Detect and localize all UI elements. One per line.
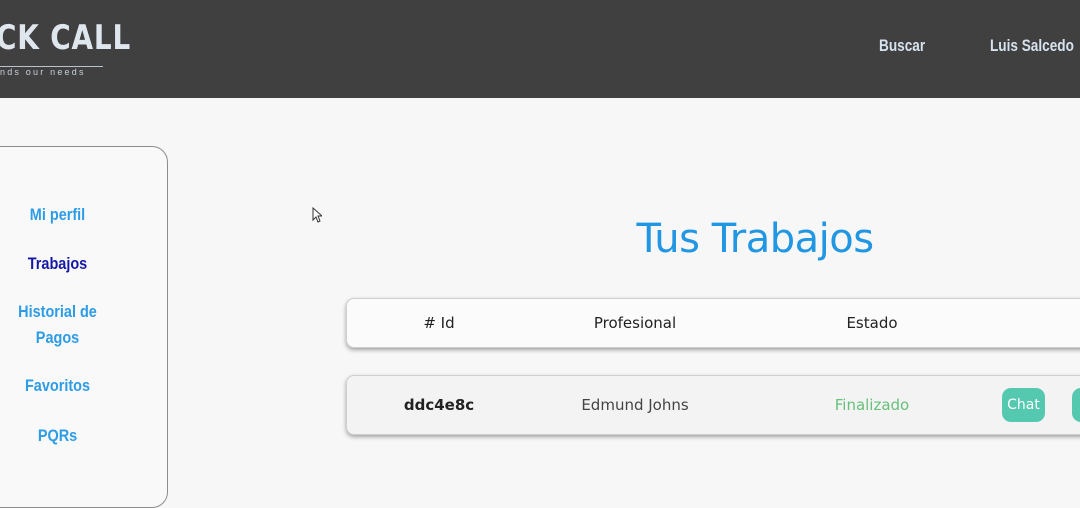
- sidebar-item-pqrs[interactable]: PQRs: [9, 423, 105, 449]
- sidebar-item-mi-perfil[interactable]: Mi perfil: [9, 202, 105, 228]
- sidebar-item-favoritos[interactable]: Favoritos: [9, 373, 105, 399]
- secondary-action-button[interactable]: [1072, 388, 1080, 422]
- logo-tagline: nds our needs: [0, 67, 86, 77]
- sidebar: Mi perfil Trabajos Historial de Pagos Fa…: [0, 146, 168, 508]
- sidebar-item-trabajos[interactable]: Trabajos: [9, 251, 105, 277]
- column-header-estado: Estado: [846, 314, 898, 332]
- status-cell: Finalizado: [834, 396, 910, 414]
- table-row: ddc4e8c Edmund Johns Finalizado Chat: [346, 375, 1080, 435]
- column-header-profesional: Profesional: [593, 314, 677, 332]
- table-header-row: # Id Profesional Estado: [346, 298, 1080, 348]
- mouse-cursor-icon: [312, 207, 322, 223]
- chat-button[interactable]: Chat: [1002, 388, 1045, 422]
- logo[interactable]: CK CALL: [0, 18, 131, 58]
- job-id-cell: ddc4e8c: [403, 396, 475, 414]
- column-header-id: # Id: [423, 314, 455, 332]
- nav-user-link[interactable]: Luis Salcedo: [990, 36, 1074, 56]
- nav-search-link[interactable]: Buscar: [879, 36, 925, 56]
- page-title: Tus Trabajos: [636, 216, 874, 262]
- sidebar-item-historial-pagos[interactable]: Historial de Pagos: [9, 299, 105, 351]
- top-header: CK CALL nds our needs Buscar Luis Salced…: [0, 0, 1080, 98]
- professional-cell: Edmund Johns: [581, 396, 689, 414]
